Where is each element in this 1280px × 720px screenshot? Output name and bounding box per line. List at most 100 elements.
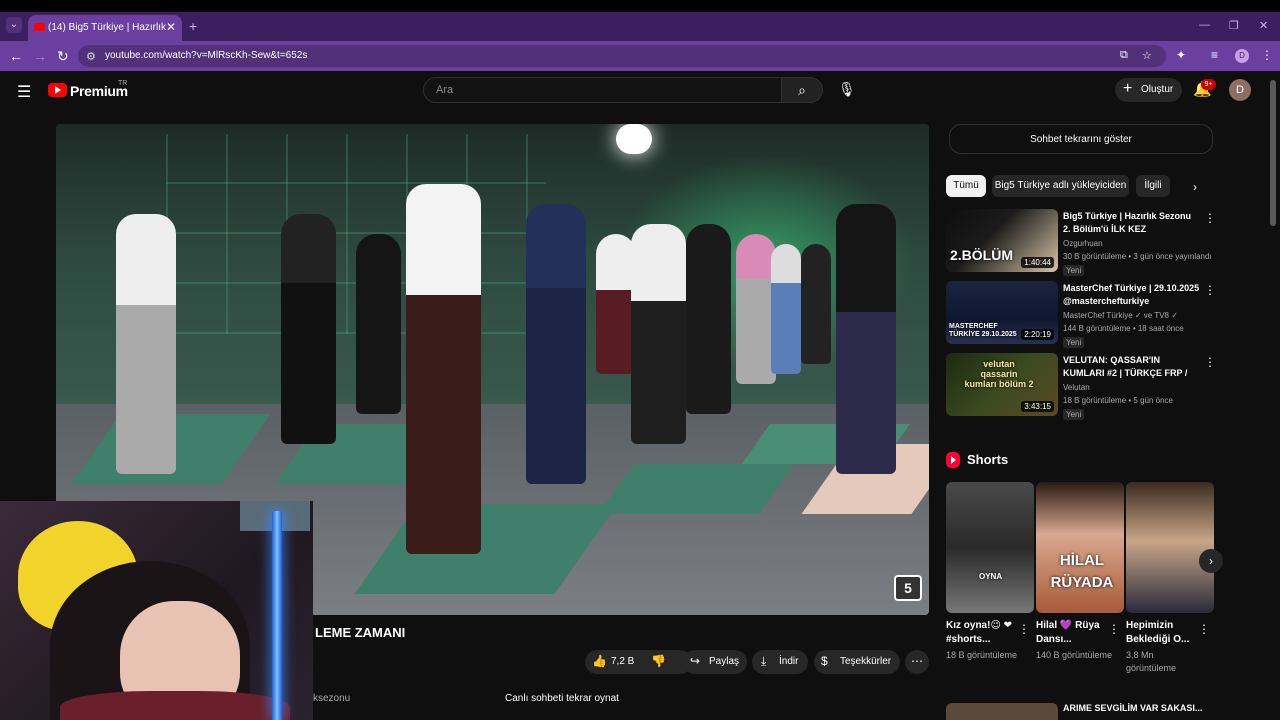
like-count[interactable]: 7,2 B [611,656,634,667]
more-horizontal-icon: ⋯ [911,654,923,668]
more-actions-button[interactable]: ⋯ [905,650,929,674]
like-dislike-group: 👍 7,2 B 👎 [585,650,692,674]
youtube-favicon-icon [34,23,45,31]
video-frame-ceiling-light [616,124,652,154]
recommended-video[interactable]: 2.BÖLÜM 1:40:44 Big5 Türkiye | Hazırlık … [946,209,1216,276]
create-label: Oluştur [1141,84,1174,95]
microphone-icon[interactable]: 🎙 [838,81,856,98]
more-vertical-icon[interactable]: ⋮ [1204,283,1216,297]
recommended-video[interactable]: velutan qassarin kumları bölüm 2 3:43:15… [946,353,1216,420]
dancer-figure [281,214,336,444]
thanks-label: Teşekkürler [840,656,892,667]
share-label: Paylaş [709,656,740,667]
channel-name[interactable]: Ozgurhuan [1063,239,1103,248]
bookmark-star-icon[interactable]: ☆ [1142,49,1152,62]
youtube-logo-icon[interactable] [48,83,67,97]
more-vertical-icon[interactable]: ⋮ [1108,622,1120,636]
tab-search-button[interactable]: ⌄ [6,17,22,33]
thumbs-up-icon[interactable]: 👍 [592,654,607,668]
tab-title: (14) Big5 Türkiye | Hazırlık Sezonu [48,22,166,33]
media-control-icon[interactable]: ≡ [1211,48,1218,62]
back-icon[interactable]: ← [9,48,23,64]
duration-badge: 2:20:19 [1021,329,1054,340]
thumbnail-text: MASTERCHEF TÜRKİYE 29.10.2025 [949,323,1017,338]
dancer-figure [596,234,636,374]
dancer-figure [526,204,586,484]
browser-profile-avatar[interactable]: D [1235,49,1249,63]
install-app-icon[interactable]: ⧉ [1120,49,1128,62]
channel-name[interactable]: MasterChef Türkiye ✓ ve TV8 ✓ [1063,311,1178,320]
chip-from-uploader[interactable]: Big5 Türkiye adlı yükleyiciden [992,175,1129,197]
search-button[interactable]: ⌕ [781,77,823,103]
duration-badge: 1:40:44 [1021,257,1054,268]
menu-icon[interactable]: ☰ [17,82,31,102]
video-meta: 144 B görüntüleme • 18 saat önce [1063,324,1184,333]
video-thumbnail[interactable]: MASTERCHEF TÜRKİYE 29.10.2025 2:20:19 [946,281,1058,344]
download-button[interactable]: ⤓ İndir [752,650,808,674]
more-vertical-icon[interactable]: ⋮ [1018,622,1030,636]
video-thumbnail[interactable]: velutan qassarin kumları bölüm 2 3:43:15 [946,353,1058,416]
short-title[interactable]: Hepimizin Beklediği O... [1126,619,1198,647]
account-avatar[interactable]: D [1229,79,1251,101]
url-text: youtube.com/watch?v=MlRscKh-Sew&t=652s [105,50,308,61]
address-bar[interactable]: ⚙ youtube.com/watch?v=MlRscKh-Sew&t=652s… [78,45,1166,67]
video-title[interactable]: Big5 Türkiye | Hazırlık Sezonu 2. Bölüm'… [1063,210,1201,236]
channel-name[interactable]: Velutan [1063,383,1090,392]
window-close-icon[interactable]: ✕ [1259,19,1268,32]
share-button[interactable]: ↪ Paylaş [683,650,747,674]
description-hashtag[interactable]: ksezonu [313,693,350,704]
new-tab-icon[interactable]: + [189,18,197,34]
browser-toolbar: ← → ↻ ⚙ youtube.com/watch?v=MlRscKh-Sew&… [0,41,1280,71]
more-vertical-icon[interactable]: ⋮ [1198,622,1210,636]
chip-all[interactable]: Tümü [946,175,986,197]
thumbs-down-icon[interactable]: 👎 [651,654,666,668]
shorts-next-chevron-icon[interactable]: › [1199,549,1223,573]
browser-menu-icon[interactable]: ⋮ [1261,48,1273,62]
short-views: 3,8 Mn görüntüleme [1126,650,1177,673]
tab-close-icon[interactable]: ✕ [166,20,176,34]
video-thumbnail[interactable] [946,703,1058,720]
logo-country: TR [118,80,128,87]
video-thumbnail[interactable]: 2.BÖLÜM 1:40:44 [946,209,1058,272]
short-title[interactable]: Hilal 💜 Rüya Dansı... [1036,619,1108,647]
video-title[interactable]: MasterChef Türkiye | 29.10.2025 @masterc… [1063,282,1201,308]
webcam-person-shirt [60,691,290,720]
shorts-title: Shorts [967,452,1009,467]
more-vertical-icon[interactable]: ⋮ [1204,211,1216,225]
notification-count-badge: 9+ [1201,79,1216,90]
dancer-figure [631,224,686,444]
reload-icon[interactable]: ↻ [57,48,69,65]
short-views: 140 B görüntüleme [1036,650,1113,660]
chip-related[interactable]: İlgili [1136,175,1170,197]
extensions-icon[interactable]: ✦ [1176,48,1186,62]
video-title: LEME ZAMANI [315,625,406,640]
video-title[interactable]: VELUTAN: QASSAR'IN KUMLARI #2 | TÜRKÇE F… [1063,354,1201,380]
dancer-figure [116,214,176,474]
create-button[interactable]: + Oluştur [1115,78,1182,102]
page-scrollbar[interactable] [1270,80,1276,226]
show-chat-replay-button[interactable]: Sohbet tekrarını göster [949,124,1213,154]
forward-icon[interactable]: → [33,48,47,64]
short-thumbnail[interactable]: OYNA [946,482,1034,613]
video-title[interactable]: ARIME SEVGİLİM VAR SAKASI... [1063,703,1202,713]
short-thumbnail[interactable]: HİLAL RÜYADA [1036,482,1124,613]
shorts-icon [946,452,960,468]
short-overlay-text: HİLAL RÜYADA [1050,552,1114,591]
minimize-icon[interactable]: — [1199,19,1210,31]
search-input[interactable]: Ara [423,77,782,103]
browser-tab[interactable]: (14) Big5 Türkiye | Hazırlık Sezonu ✕ [28,15,182,41]
site-info-icon[interactable]: ⚙ [86,50,96,63]
short-title[interactable]: Kız oyna!😉 ❤ #shorts... [946,619,1018,647]
thanks-button[interactable]: $ Teşekkürler [814,650,900,674]
video-meta: 18 B görüntüleme • 5 gün önce [1063,396,1173,405]
short-thumbnail[interactable] [1126,482,1214,613]
more-vertical-icon[interactable]: ⋮ [1204,355,1216,369]
restore-icon[interactable]: ❐ [1229,19,1239,32]
short-views: 18 B görüntüleme [946,650,1018,660]
download-label: İndir [779,656,799,667]
recommended-video[interactable]: MASTERCHEF TÜRKİYE 29.10.2025 2:20:19 Ma… [946,281,1216,348]
screen-top-edge [0,0,1280,12]
youtube-header: ☰ Premium TR Ara ⌕ 🎙 + Oluştur 🔔 9+ D [0,71,1280,111]
chips-next-chevron-icon[interactable]: › [1193,180,1197,194]
channel-watermark-logo[interactable]: 5 [894,575,922,601]
